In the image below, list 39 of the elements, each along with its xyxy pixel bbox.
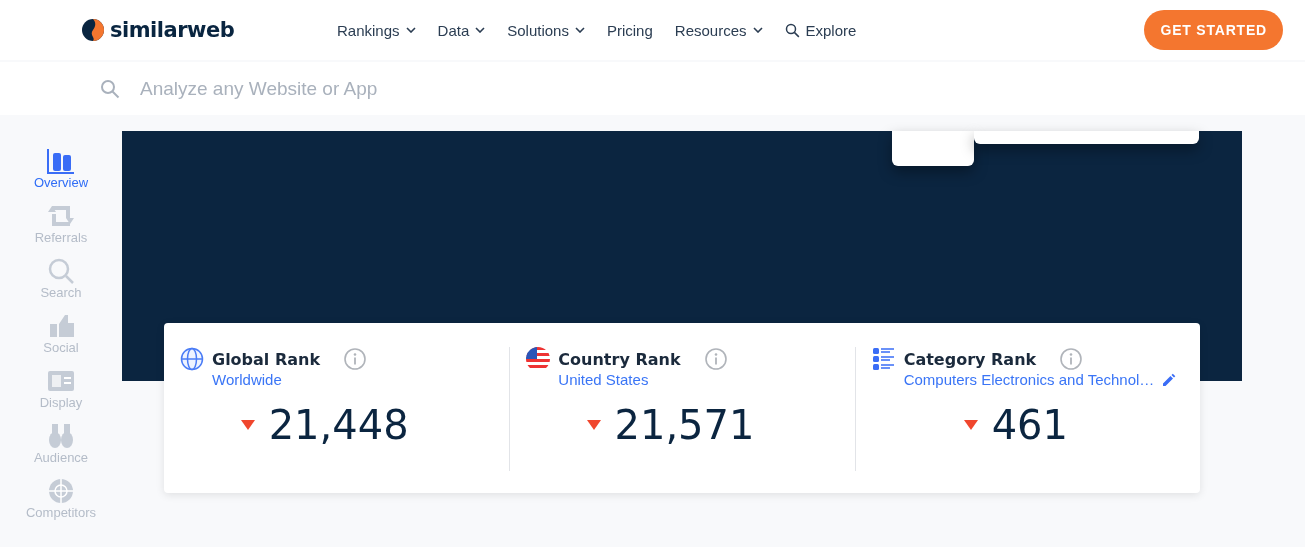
flag-icon [526, 347, 551, 371]
chevron-down-icon [475, 27, 486, 33]
down-triangle-icon [963, 420, 978, 430]
rank-scope-link[interactable]: United States [558, 371, 649, 388]
get-started-button[interactable]: GET STARTED [1144, 10, 1283, 50]
pencil-icon[interactable] [1162, 372, 1177, 387]
rank-scope-link[interactable]: Computers Electronics and Technol… [903, 371, 1155, 388]
nav-link[interactable]: Pricing [606, 21, 653, 39]
logo-text[interactable]: similarweb [110, 18, 235, 42]
chevron-down-icon [752, 27, 763, 33]
search-icon [100, 78, 120, 99]
explore-link[interactable]: Explore [784, 21, 857, 39]
magnifier-icon [46, 257, 76, 285]
logo-icon [82, 19, 104, 41]
sidebar-item[interactable]: Overview [33, 147, 89, 202]
nav-link[interactable]: Resources [674, 21, 763, 39]
info-icon[interactable] [704, 348, 727, 370]
down-triangle-icon [240, 420, 255, 430]
rank-value: 461 [991, 402, 1068, 448]
rank-scope-link[interactable]: Worldwide [212, 371, 282, 388]
chevron-down-icon [405, 27, 416, 33]
radar-icon [46, 477, 76, 505]
binoculars-icon [46, 422, 76, 450]
info-icon[interactable] [1060, 348, 1083, 370]
checklist-icon [871, 347, 896, 371]
bar-chart-icon [46, 147, 76, 175]
rank-title: Global Rank [212, 349, 321, 369]
globe-icon [180, 347, 204, 371]
nav-link[interactable]: Data [437, 21, 486, 39]
search-icon [784, 22, 800, 38]
nav-link[interactable]: Solutions [507, 21, 585, 39]
info-icon[interactable] [344, 348, 367, 370]
rank-title: Country Rank [558, 349, 681, 369]
chevron-down-icon [574, 27, 585, 33]
down-triangle-icon [586, 420, 601, 430]
nav-link[interactable]: Rankings [337, 21, 416, 39]
rank-value: 21,448 [268, 402, 409, 448]
rank-title: Category Rank [903, 349, 1037, 369]
rank-value: 21,571 [614, 402, 755, 448]
